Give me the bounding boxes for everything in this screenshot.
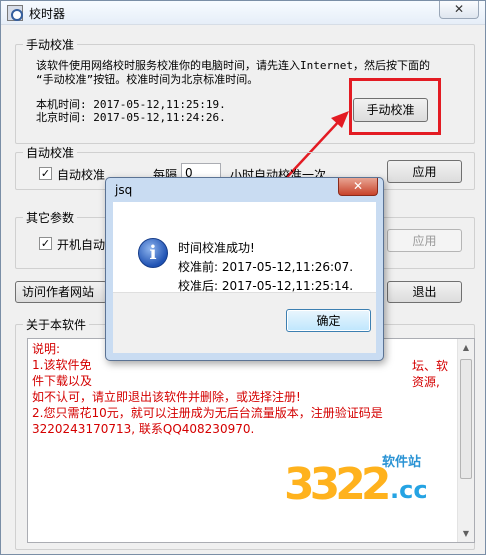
other-group-label: 其它参数 [23, 209, 78, 226]
scroll-up-icon[interactable]: ▲ [458, 339, 474, 356]
watermark-suffix: .cc [390, 476, 428, 504]
info-icon: i [138, 238, 168, 268]
about-line: 如不认可，请立即退出该软件并删除，或选择注册! [32, 390, 301, 404]
message-dialog: jsq ✕ i 时间校准成功! 校准前: 2017-05-12,11:26:07… [105, 177, 384, 361]
visit-author-site-button[interactable]: 访问作者网站 [15, 281, 107, 303]
about-line: 件下载以及 [32, 374, 93, 388]
dialog-title: jsq [115, 183, 133, 197]
main-window: 校时器 ✕ 手动校准 该软件使用网络校时服务校准你的电脑时间，请先连入Inter… [0, 0, 486, 555]
about-fragment: 资源, [412, 375, 440, 389]
about-line: 3220243170713, 联系QQ408230970. [32, 422, 255, 436]
startup-checkbox[interactable]: ✓ [39, 237, 52, 250]
dialog-footer: 确定 [113, 292, 376, 353]
auto-calibrate-checkbox-label: 自动校准 [57, 168, 106, 182]
dialog-close-button[interactable]: ✕ [338, 178, 378, 196]
exit-button[interactable]: 退出 [387, 281, 462, 303]
dialog-message-title: 时间校准成功! [178, 241, 255, 255]
other-apply-button[interactable]: 应用 [387, 229, 462, 252]
about-line: 2.您只需花10元，就可以注册成为无后台流量版本，注册验证码是 [32, 406, 383, 420]
startup-checkbox-label: 开机自动 [57, 238, 106, 252]
about-group-label: 关于本软件 [23, 316, 90, 333]
watermark-site: 软件站 [382, 455, 422, 470]
dialog-body: i 时间校准成功! 校准前: 2017-05-12,11:26:07. 校准后:… [113, 202, 376, 293]
auto-group-label: 自动校准 [23, 144, 78, 161]
site-watermark-logo: 软件站 3322 .cc [284, 449, 464, 549]
auto-apply-button[interactable]: 应用 [387, 160, 462, 183]
auto-calibrate-checkbox[interactable]: ✓ [39, 167, 52, 180]
dialog-before-time: 校准前: 2017-05-12,11:26:07. [178, 260, 354, 274]
watermark-digits: 3322 [284, 459, 391, 510]
ok-button[interactable]: 确定 [286, 309, 371, 332]
about-fragment: 坛、软 [412, 359, 449, 373]
